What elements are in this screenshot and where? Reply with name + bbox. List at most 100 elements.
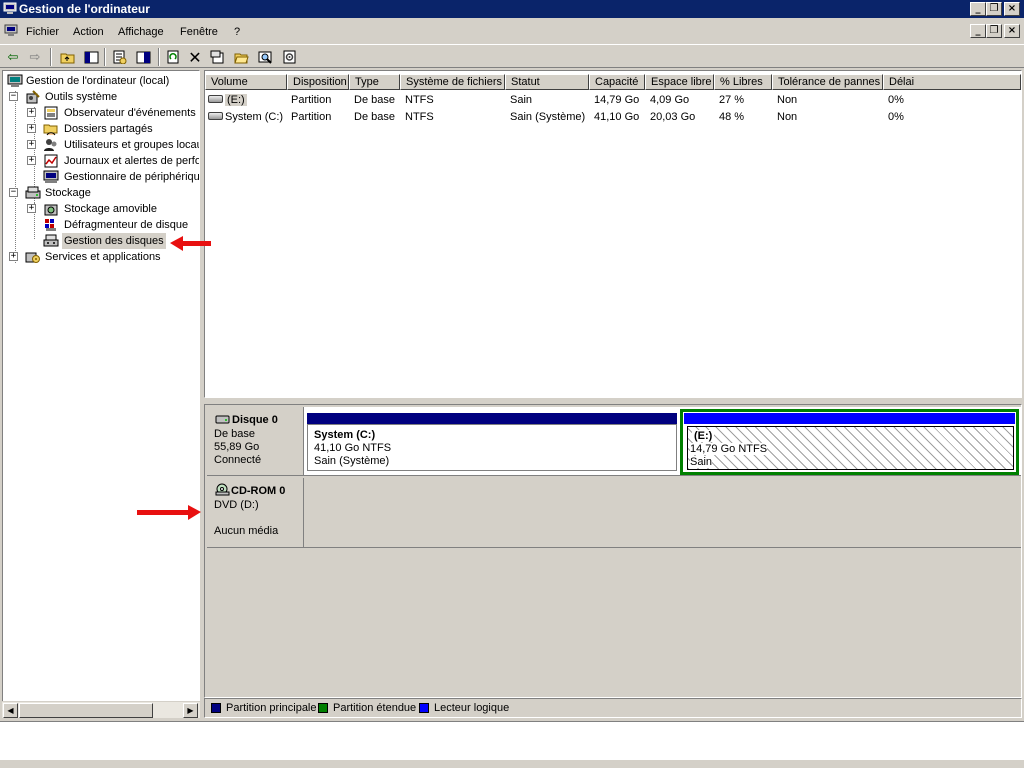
- menu-help[interactable]: ?: [234, 26, 240, 38]
- volume-list: Volume Disposition Type Système de fichi…: [204, 70, 1022, 398]
- maximize-button[interactable]: ❐: [986, 2, 1002, 16]
- forward-arrow-icon[interactable]: ⇨: [26, 48, 44, 66]
- performance-logs-icon: [44, 154, 58, 168]
- settings-icon[interactable]: [280, 48, 298, 66]
- search-icon[interactable]: [256, 48, 274, 66]
- volume-icon: [208, 95, 223, 103]
- menu-fichier[interactable]: Fichier: [26, 26, 59, 38]
- expand-icon[interactable]: +: [27, 124, 36, 133]
- tree-item-stockage[interactable]: − Stockage: [9, 185, 199, 201]
- expand-icon[interactable]: +: [9, 252, 18, 261]
- disk-size: 55,89 Go: [214, 441, 260, 453]
- minimize-button[interactable]: _: [970, 2, 986, 16]
- column-header-volume[interactable]: Volume: [205, 74, 287, 90]
- expand-icon[interactable]: +: [27, 204, 36, 213]
- expand-icon[interactable]: +: [27, 108, 36, 117]
- tree-label: Utilisateurs et groupes locaux: [64, 139, 200, 151]
- delete-icon[interactable]: ✕: [186, 48, 204, 67]
- shared-folders-icon: [43, 124, 58, 136]
- tree-label: Gestionnaire de périphériques: [64, 171, 200, 183]
- cell-disposition: Partition: [291, 111, 332, 123]
- window-title: Gestion de l'ordinateur: [19, 2, 150, 16]
- expand-icon[interactable]: +: [27, 156, 36, 165]
- tree-item-defragmenteur[interactable]: Défragmenteur de disque: [27, 217, 199, 233]
- tree-item-journaux[interactable]: + Journaux et alertes de performance: [27, 153, 199, 169]
- cell-percent-free: 48 %: [719, 111, 745, 123]
- cell-type: De base: [354, 111, 395, 123]
- properties-sheet-icon[interactable]: [208, 48, 226, 66]
- disk-graphical-view: Disque 0 De base 55,89 Go Connecté Syste…: [204, 404, 1022, 698]
- collapse-icon[interactable]: −: [9, 92, 18, 101]
- toolbar: ⇦ ⇨ ✕: [0, 44, 1024, 68]
- collapse-icon[interactable]: −: [9, 188, 18, 197]
- back-arrow-icon[interactable]: ⇦: [4, 48, 22, 66]
- disk-name: CD-ROM 0: [231, 485, 286, 497]
- show-hide-tree-icon[interactable]: [82, 48, 100, 66]
- up-folder-icon[interactable]: [58, 48, 76, 66]
- tree-item-stockage-amovible[interactable]: + Stockage amovible: [27, 201, 199, 217]
- defragmenter-icon: [45, 219, 56, 231]
- menu-affichage[interactable]: Affichage: [118, 26, 164, 38]
- column-header-percent-free[interactable]: % Libres: [714, 74, 772, 90]
- column-header-filesystem[interactable]: Système de fichiers: [400, 74, 505, 90]
- tree-item-utilisateurs[interactable]: + Utilisateurs et groupes locaux: [27, 137, 200, 153]
- tree-item-dossiers-partages[interactable]: + Dossiers partagés: [27, 121, 199, 137]
- column-header-disposition[interactable]: Disposition: [287, 74, 349, 90]
- extended-partition[interactable]: (E:) 14,79 Go NTFS Sain: [680, 409, 1019, 475]
- partition-name: (E:): [692, 430, 715, 442]
- tree-item-observateur[interactable]: + Observateur d'événements: [27, 105, 199, 121]
- child-maximize-button[interactable]: ❐: [986, 24, 1002, 38]
- refresh-icon[interactable]: [164, 48, 182, 66]
- logical-drive-bar: [684, 413, 1015, 424]
- child-close-button[interactable]: ×: [1004, 24, 1020, 38]
- partition-c[interactable]: System (C:) 41,10 Go NTFS Sain (Système): [307, 424, 677, 471]
- partition-name: System (C:): [314, 429, 376, 441]
- tree-label: Dossiers partagés: [64, 123, 153, 135]
- column-header-status[interactable]: Statut: [505, 74, 589, 90]
- cell-free-space: 4,09 Go: [650, 94, 690, 106]
- tree-label: Outils système: [45, 91, 118, 103]
- console-window-icon[interactable]: [4, 24, 18, 37]
- scroll-right-icon[interactable]: ▶: [183, 703, 198, 718]
- disk-management-icon: [43, 234, 59, 247]
- cell-free-space: 20,03 Go: [650, 111, 696, 123]
- column-header-overhead[interactable]: Délai: [883, 74, 1021, 90]
- disk-0-info[interactable]: Disque 0 De base 55,89 Go Connecté: [207, 407, 304, 476]
- help-icon[interactable]: [134, 48, 152, 66]
- cdrom-0-info[interactable]: CD-ROM 0 DVD (D:) Aucun média: [207, 478, 304, 548]
- tree-horizontal-scrollbar[interactable]: ◀ ▶: [2, 701, 200, 718]
- column-header-fault-tolerance[interactable]: Tolérance de pannes: [772, 74, 883, 90]
- column-header-free-space[interactable]: Espace libre: [645, 74, 714, 90]
- cdrom-0-layout: [304, 478, 1021, 548]
- properties-icon[interactable]: [110, 48, 128, 66]
- column-header-capacity[interactable]: Capacité: [589, 74, 645, 90]
- disk-state: Connecté: [214, 454, 262, 466]
- child-minimize-button[interactable]: _: [970, 24, 986, 38]
- tree-label: Défragmenteur de disque: [64, 219, 189, 231]
- disk-media: Aucun média: [214, 525, 279, 537]
- expand-icon[interactable]: +: [27, 140, 36, 149]
- arrow-annotation-icon: [170, 236, 211, 251]
- menu-fenetre[interactable]: Fenêtre: [180, 26, 218, 38]
- legend-label: Partition étendue: [333, 702, 417, 714]
- cell-type: De base: [354, 94, 395, 106]
- tree-item-outils-systeme[interactable]: − Outils système: [9, 89, 199, 105]
- scroll-thumb[interactable]: [19, 703, 153, 718]
- column-header-type[interactable]: Type: [349, 74, 400, 90]
- disk-name: Disque 0: [232, 414, 278, 426]
- close-button[interactable]: ×: [1004, 2, 1020, 16]
- toolbar-separator: [158, 48, 160, 66]
- scroll-left-icon[interactable]: ◀: [3, 703, 18, 718]
- console-tree: Gestion de l'ordinateur (local) − Outils…: [2, 70, 200, 718]
- toolbar-separator: [104, 48, 106, 66]
- tree-item-gestionnaire-peripheriques[interactable]: Gestionnaire de périphériques: [27, 169, 200, 185]
- menu-action[interactable]: Action: [73, 26, 104, 38]
- partition-e[interactable]: (E:) 14,79 Go NTFS Sain: [687, 426, 1014, 470]
- legend-label: Partition principale: [226, 702, 317, 714]
- volume-icon: [208, 112, 223, 120]
- tree-item-services[interactable]: + Services et applications: [9, 249, 199, 265]
- status-strip: [0, 760, 1024, 768]
- cell-volume: (E:): [225, 94, 247, 106]
- hard-disk-icon: [215, 415, 230, 424]
- open-folder-icon[interactable]: [232, 48, 250, 66]
